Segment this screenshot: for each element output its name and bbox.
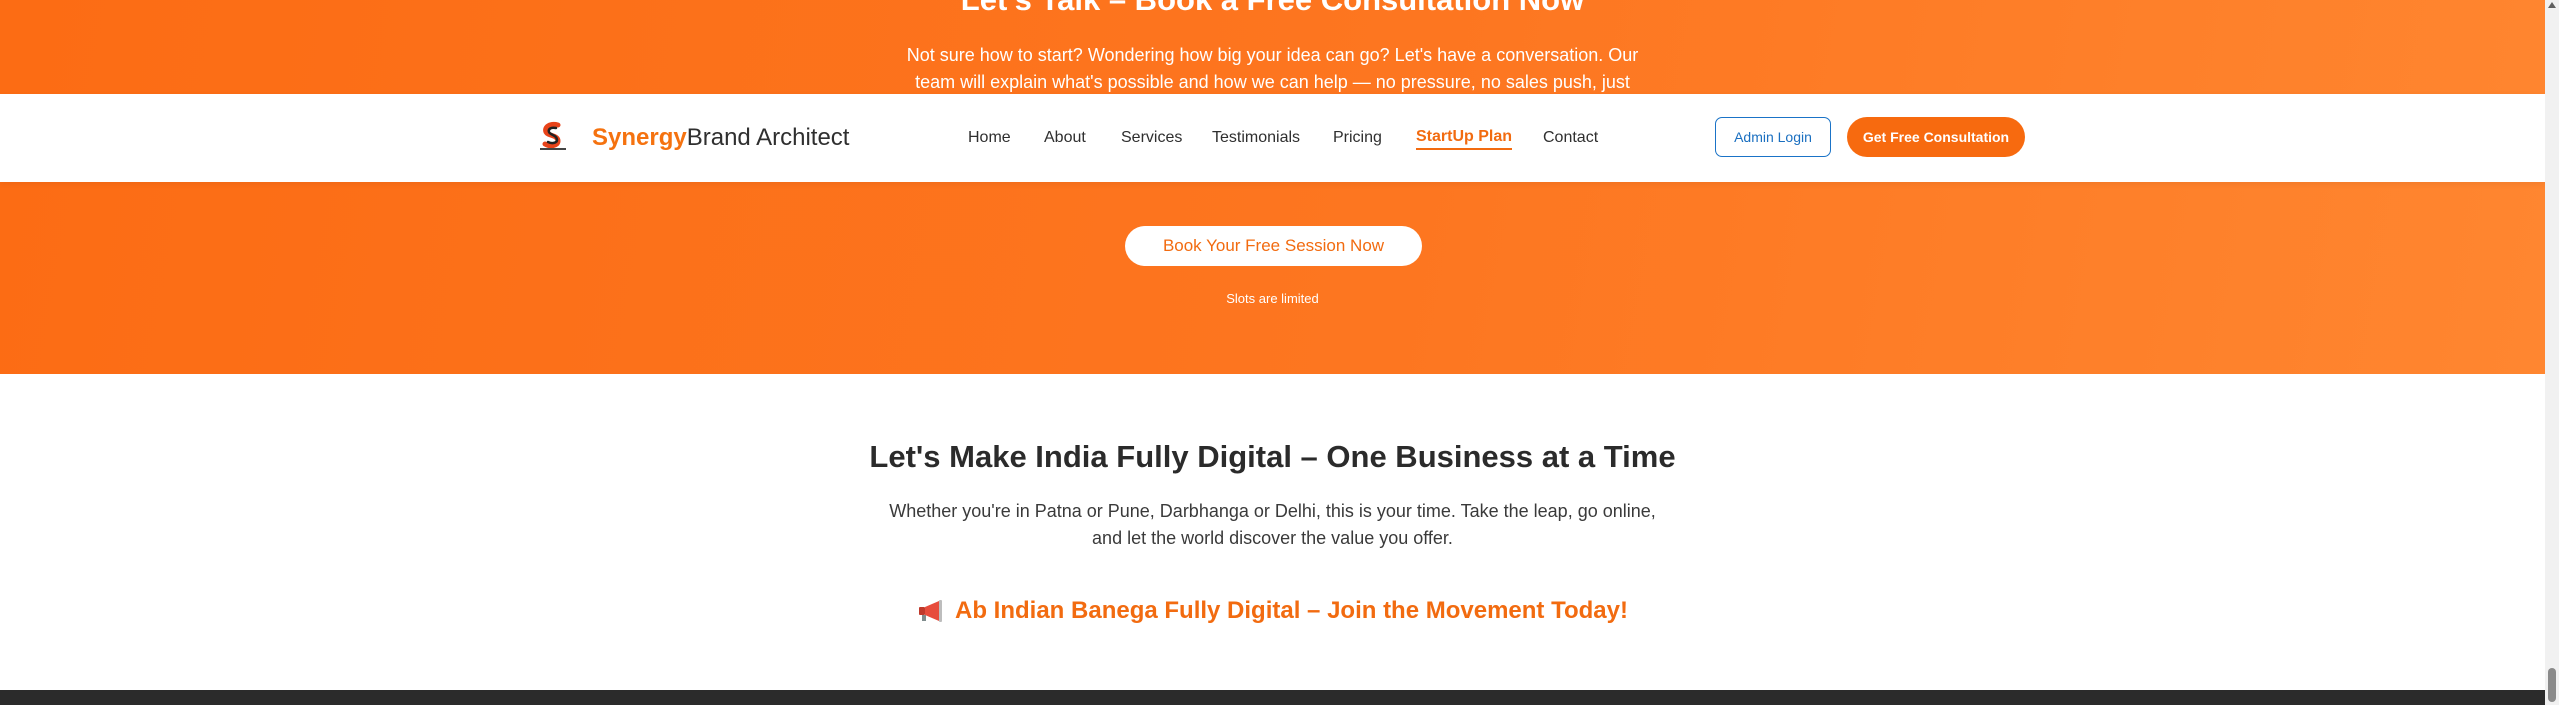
consultation-title: Let's Talk – Book a Free Consultation No…: [0, 0, 2545, 18]
brand-name-secondary: Brand Architect: [686, 124, 850, 151]
consultation-description-line: Not sure how to start? Wondering how big…: [906, 45, 1639, 65]
consultation-section: Let's Talk – Book a Free Consultation No…: [0, 0, 2545, 374]
megaphone-icon: [919, 600, 943, 622]
digital-india-section: Let's Make India Fully Digital – One Bus…: [0, 374, 2545, 690]
slots-note: Slots are limited: [1226, 291, 1319, 306]
consultation-description-line: team will explain what's possible and ho…: [915, 72, 1630, 92]
digital-india-text: Whether you're in Patna or Pune, Darbhan…: [883, 498, 1663, 552]
nav-item-services[interactable]: Services: [1121, 126, 1182, 150]
digital-india-text-line: and let the world discover the value you…: [1092, 528, 1453, 548]
nav-item-startup-plan[interactable]: StartUp Plan: [1416, 126, 1513, 150]
movement-callout: Ab Indian Banega Fully Digital – Join th…: [0, 596, 2545, 626]
page: Let's Talk – Book a Free Consultation No…: [0, 0, 2545, 705]
movement-text: Ab Indian Banega Fully Digital – Join th…: [955, 597, 1628, 624]
site-header: SynergyBrand Architect Home About Servic…: [0, 94, 2545, 182]
scrollbar-thumb[interactable]: [2548, 668, 2556, 702]
brand-name[interactable]: SynergyBrand Architect: [592, 123, 849, 153]
nav-item-home[interactable]: Home: [968, 126, 1011, 150]
digital-india-text-line: Whether you're in Patna or Pune, Darbhan…: [889, 501, 1656, 521]
digital-india-title: Let's Make India Fully Digital – One Bus…: [869, 439, 1676, 474]
consultation-description: Not sure how to start? Wondering how big…: [893, 42, 1653, 96]
vertical-scrollbar[interactable]: [2545, 0, 2559, 705]
footer-edge: [0, 690, 2545, 705]
get-free-consultation-button[interactable]: Get Free Consultation: [1847, 117, 2025, 157]
brand-name-primary: Synergy: [592, 124, 687, 151]
scroll-up-arrow-icon[interactable]: [2548, 2, 2556, 8]
nav-item-contact[interactable]: Contact: [1543, 126, 1598, 150]
book-session-button[interactable]: Book Your Free Session Now: [1125, 226, 1422, 266]
nav-item-pricing[interactable]: Pricing: [1333, 126, 1382, 150]
admin-login-button[interactable]: Admin Login: [1715, 117, 1831, 157]
nav-item-about[interactable]: About: [1044, 126, 1086, 150]
synergy-logo-icon[interactable]: [536, 119, 570, 153]
nav-item-testimonials[interactable]: Testimonials: [1212, 126, 1300, 150]
